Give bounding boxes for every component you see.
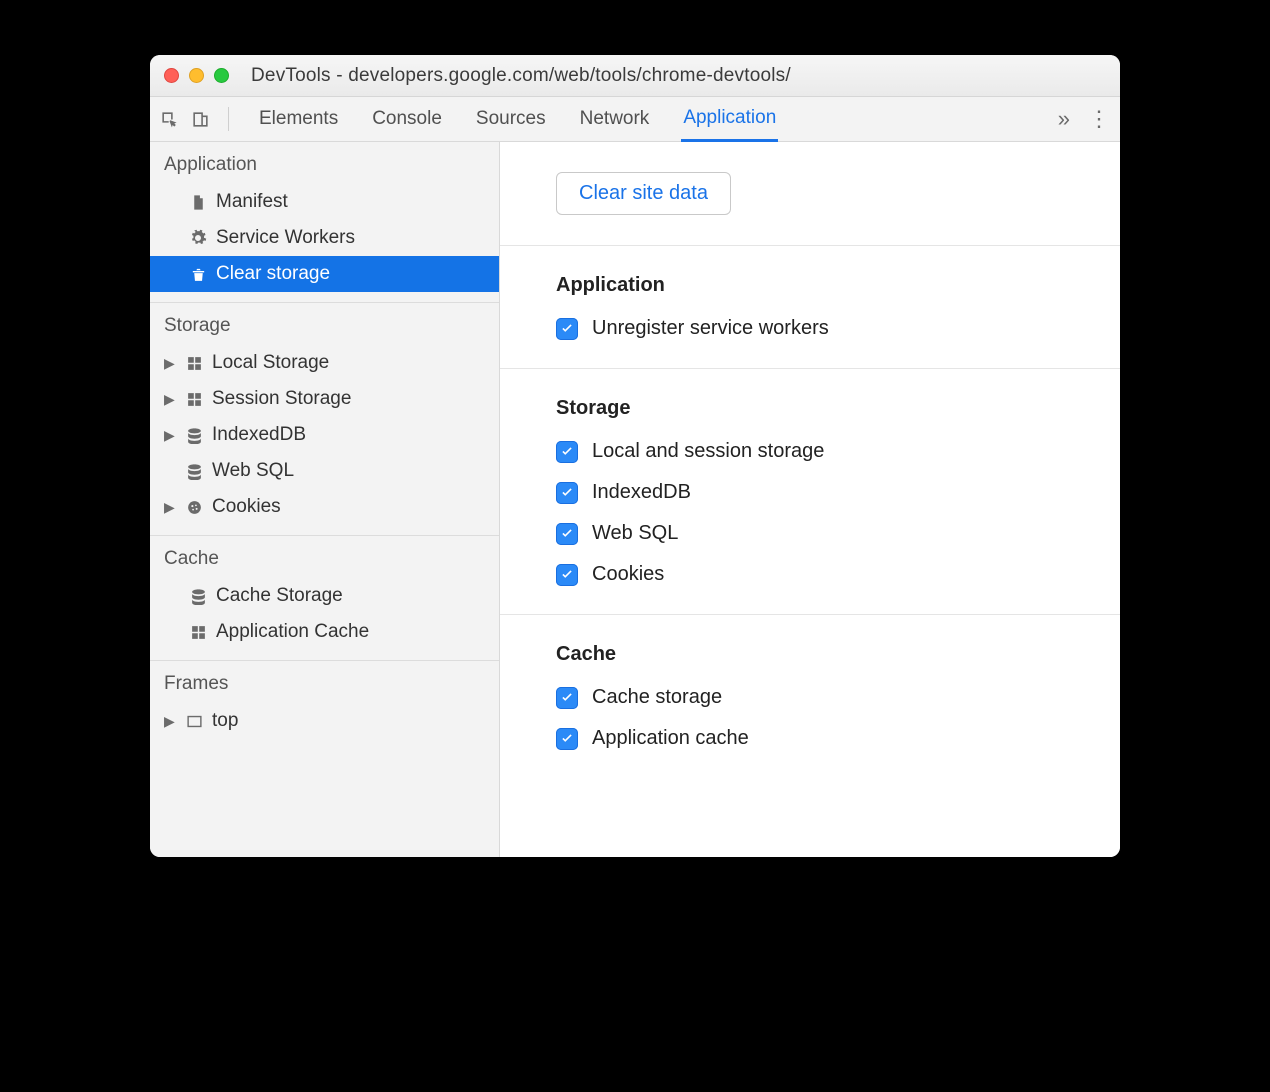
devtools-window: DevTools - developers.google.com/web/too… bbox=[150, 55, 1120, 857]
checkbox-checked-icon[interactable] bbox=[556, 728, 578, 750]
caret-right-icon: ▶ bbox=[164, 355, 176, 372]
sidebar-section-title: Frames bbox=[150, 661, 499, 703]
sidebar-item-clear-storage[interactable]: Clear storage bbox=[150, 256, 499, 292]
checkbox-checked-icon[interactable] bbox=[556, 482, 578, 504]
tab-console[interactable]: Console bbox=[370, 98, 444, 140]
sidebar-item-label: Application Cache bbox=[216, 621, 369, 643]
sidebar-item-cache-storage[interactable]: Cache Storage bbox=[150, 578, 499, 614]
sidebar-item-label: Service Workers bbox=[216, 227, 355, 249]
caret-right-icon: ▶ bbox=[164, 391, 176, 408]
checkbox-label: Unregister service workers bbox=[592, 317, 829, 340]
settings-menu-icon[interactable]: ⋮ bbox=[1088, 106, 1110, 132]
sidebar-item-label: Session Storage bbox=[212, 388, 351, 410]
sidebar-item-local-storage[interactable]: ▶ Local Storage bbox=[150, 345, 499, 381]
sidebar-item-session-storage[interactable]: ▶ Session Storage bbox=[150, 381, 499, 417]
check-unregister-service-workers[interactable]: Unregister service workers bbox=[556, 317, 1120, 340]
caret-right-icon: ▶ bbox=[164, 427, 176, 444]
sidebar-item-label: Web SQL bbox=[212, 460, 294, 482]
database-icon bbox=[184, 463, 204, 480]
group-cache: Cache Cache storage Application cache bbox=[500, 615, 1120, 778]
checkbox-label: Application cache bbox=[592, 727, 749, 750]
group-application: Application Unregister service workers bbox=[500, 246, 1120, 369]
tab-application[interactable]: Application bbox=[681, 97, 778, 142]
device-toolbar-icon[interactable] bbox=[191, 110, 210, 129]
checkbox-label: Cache storage bbox=[592, 686, 722, 709]
sidebar-item-cookies[interactable]: ▶ Cookies bbox=[150, 489, 499, 525]
panel-tabs: Elements Console Sources Network Applica… bbox=[257, 97, 778, 142]
check-cookies[interactable]: Cookies bbox=[556, 563, 1120, 586]
sidebar-item-top-frame[interactable]: ▶ top bbox=[150, 703, 499, 739]
check-websql[interactable]: Web SQL bbox=[556, 522, 1120, 545]
check-cache-storage[interactable]: Cache storage bbox=[556, 686, 1120, 709]
tab-sources[interactable]: Sources bbox=[474, 98, 548, 140]
sidebar-item-indexeddb[interactable]: ▶ IndexedDB bbox=[150, 417, 499, 453]
cookie-icon bbox=[184, 499, 204, 516]
checkbox-label: Cookies bbox=[592, 563, 664, 586]
group-title: Cache bbox=[556, 643, 1120, 666]
window-title: DevTools - developers.google.com/web/too… bbox=[251, 65, 791, 87]
sidebar-item-label: IndexedDB bbox=[212, 424, 306, 446]
clear-site-data-button[interactable]: Clear site data bbox=[556, 172, 731, 215]
inspect-element-icon[interactable] bbox=[160, 110, 179, 129]
checkbox-checked-icon[interactable] bbox=[556, 564, 578, 586]
close-window-button[interactable] bbox=[164, 68, 179, 83]
group-title: Storage bbox=[556, 397, 1120, 420]
zoom-window-button[interactable] bbox=[214, 68, 229, 83]
caret-right-icon: ▶ bbox=[164, 499, 176, 516]
gear-icon bbox=[188, 229, 208, 247]
sidebar-item-label: top bbox=[212, 710, 238, 732]
sidebar-item-label: Manifest bbox=[216, 191, 288, 213]
frame-icon bbox=[184, 713, 204, 730]
sidebar-item-label: Cookies bbox=[212, 496, 281, 518]
checkbox-checked-icon[interactable] bbox=[556, 687, 578, 709]
titlebar: DevTools - developers.google.com/web/too… bbox=[150, 55, 1120, 97]
devtools-tabstrip: Elements Console Sources Network Applica… bbox=[150, 97, 1120, 142]
sidebar-item-label: Cache Storage bbox=[216, 585, 343, 607]
trash-icon bbox=[188, 266, 208, 283]
clear-storage-pane: Clear site data Application Unregister s… bbox=[500, 142, 1120, 857]
database-icon bbox=[188, 588, 208, 605]
clear-button-group: Clear site data bbox=[500, 142, 1120, 246]
sidebar-item-manifest[interactable]: Manifest bbox=[150, 184, 499, 220]
sidebar-section-title: Storage bbox=[150, 303, 499, 345]
check-local-session-storage[interactable]: Local and session storage bbox=[556, 440, 1120, 463]
checkbox-checked-icon[interactable] bbox=[556, 523, 578, 545]
sidebar-item-label: Clear storage bbox=[216, 263, 330, 285]
tab-network[interactable]: Network bbox=[578, 98, 652, 140]
group-title: Application bbox=[556, 274, 1120, 297]
sidebar-section-application: Application Manifest Service Workers bbox=[150, 142, 499, 303]
sidebar-section-title: Cache bbox=[150, 536, 499, 578]
database-icon bbox=[184, 427, 204, 444]
panel-body: Application Manifest Service Workers bbox=[150, 142, 1120, 857]
checkbox-checked-icon[interactable] bbox=[556, 318, 578, 340]
group-storage: Storage Local and session storage Indexe… bbox=[500, 369, 1120, 615]
sidebar-item-service-workers[interactable]: Service Workers bbox=[150, 220, 499, 256]
file-icon bbox=[188, 194, 208, 211]
overflow-tabs-icon[interactable]: » bbox=[1058, 106, 1070, 132]
traffic-lights bbox=[164, 68, 229, 83]
checkbox-label: Web SQL bbox=[592, 522, 678, 545]
sidebar-item-label: Local Storage bbox=[212, 352, 329, 374]
minimize-window-button[interactable] bbox=[189, 68, 204, 83]
tab-elements[interactable]: Elements bbox=[257, 98, 340, 140]
caret-right-icon: ▶ bbox=[164, 713, 176, 730]
check-application-cache[interactable]: Application cache bbox=[556, 727, 1120, 750]
checkbox-checked-icon[interactable] bbox=[556, 441, 578, 463]
grid-icon bbox=[184, 391, 204, 408]
divider bbox=[228, 107, 229, 131]
grid-icon bbox=[184, 355, 204, 372]
checkbox-label: Local and session storage bbox=[592, 440, 824, 463]
sidebar-section-title: Application bbox=[150, 142, 499, 184]
sidebar-item-websql[interactable]: ▶ Web SQL bbox=[150, 453, 499, 489]
check-indexeddb[interactable]: IndexedDB bbox=[556, 481, 1120, 504]
grid-icon bbox=[188, 624, 208, 641]
application-sidebar: Application Manifest Service Workers bbox=[150, 142, 500, 857]
sidebar-section-frames: Frames ▶ top bbox=[150, 661, 499, 749]
checkbox-label: IndexedDB bbox=[592, 481, 691, 504]
sidebar-section-storage: Storage ▶ Local Storage ▶ Session Storag… bbox=[150, 303, 499, 536]
sidebar-item-application-cache[interactable]: Application Cache bbox=[150, 614, 499, 650]
sidebar-section-cache: Cache Cache Storage Application Cache bbox=[150, 536, 499, 661]
